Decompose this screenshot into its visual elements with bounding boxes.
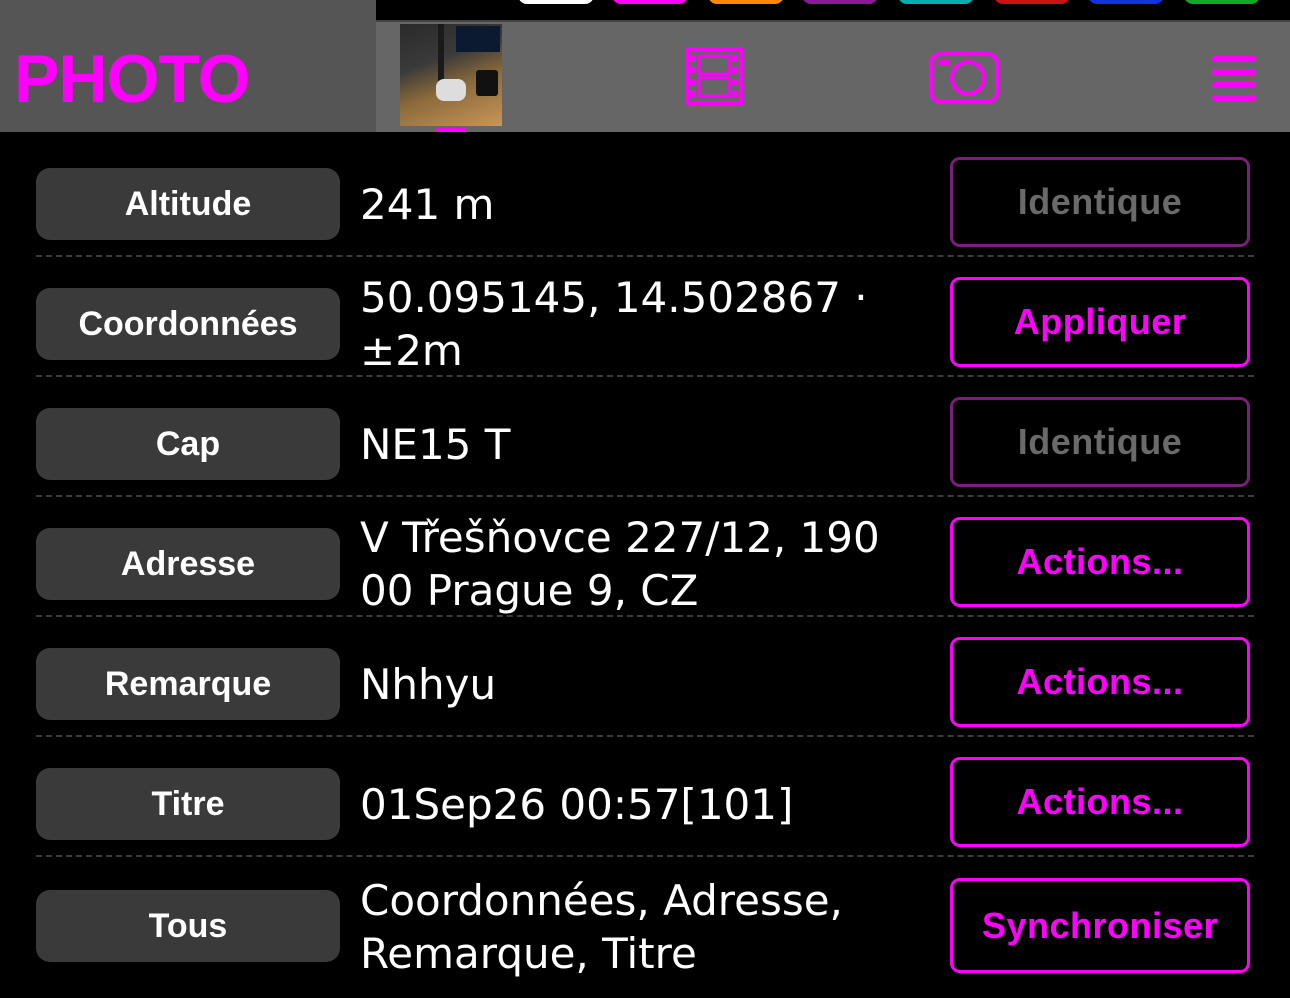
field-value: Nhhyu [360, 660, 497, 709]
field-label-button[interactable]: Titre [36, 768, 340, 840]
color-swatch-purple[interactable] [802, 0, 878, 4]
field-row-note: Remarque Nhhyu Actions... [0, 617, 1290, 737]
photo-metadata-screen: PHOTO Altitude 241 m Identique Coordonné… [0, 0, 1290, 998]
color-swatch-white[interactable] [518, 0, 594, 4]
color-swatch-orange[interactable] [708, 0, 784, 4]
camera-icon[interactable] [928, 46, 1000, 111]
actions-button[interactable]: Actions... [950, 637, 1250, 727]
actions-button[interactable]: Actions... [950, 757, 1250, 847]
field-label-button[interactable]: Remarque [36, 648, 340, 720]
field-row-all: Tous Coordonnées, Adresse, Remarque, Tit… [0, 857, 1290, 998]
color-swatch-red[interactable] [994, 0, 1070, 4]
same-button[interactable]: Identique [950, 397, 1250, 487]
field-label-button[interactable]: Altitude [36, 168, 340, 240]
field-value: 50.095145, 14.502867 · ±2m [360, 273, 868, 375]
field-label-button[interactable]: Cap [36, 408, 340, 480]
header-bar: PHOTO [0, 22, 1290, 132]
color-swatch-magenta[interactable] [612, 0, 688, 4]
field-label-button[interactable]: Adresse [36, 528, 340, 600]
menu-icon[interactable] [1210, 54, 1258, 109]
field-row-address: Adresse V Třešňovce 227/12, 190 00 Pragu… [0, 497, 1290, 617]
field-label-button[interactable]: Coordonnées [36, 288, 340, 360]
actions-button[interactable]: Actions... [950, 517, 1250, 607]
field-row-title: Titre 01Sep26 00:57[101] Actions... [0, 737, 1290, 857]
synchronize-button[interactable]: Synchroniser [950, 878, 1250, 973]
field-value: Coordonnées, Adresse, Remarque, Titre [360, 876, 843, 978]
field-row-coordinates: Coordonnées 50.095145, 14.502867 · ±2m A… [0, 257, 1290, 377]
field-value: NE15 T [360, 420, 511, 469]
color-swatch-green[interactable] [1184, 0, 1260, 4]
field-row-heading: Cap NE15 T Identique [0, 377, 1290, 497]
page-title: PHOTO [14, 41, 251, 117]
field-value: V Třešňovce 227/12, 190 00 Prague 9, CZ [360, 513, 880, 615]
field-row-altitude: Altitude 241 m Identique [0, 137, 1290, 257]
apply-button[interactable]: Appliquer [950, 277, 1250, 367]
film-icon[interactable] [684, 46, 744, 111]
same-button[interactable]: Identique [950, 157, 1250, 247]
selected-photo-indicator [436, 128, 466, 132]
field-value: 241 m [360, 180, 495, 229]
color-swatch-blue[interactable] [1088, 0, 1164, 4]
color-swatch-teal[interactable] [898, 0, 974, 4]
photo-thumbnail[interactable] [400, 24, 502, 126]
field-label-button[interactable]: Tous [36, 890, 340, 962]
field-value: 01Sep26 00:57[101] [360, 780, 794, 829]
top-color-strip [0, 0, 1290, 22]
